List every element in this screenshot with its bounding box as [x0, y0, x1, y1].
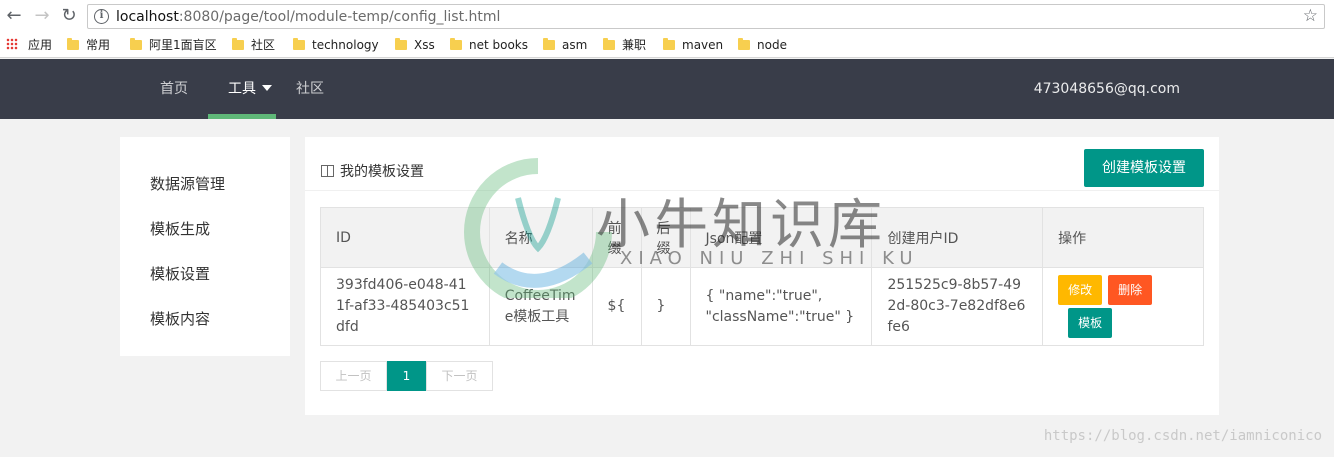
main-card: 我的模板设置 创建模板设置 ID 名称 前缀 后缀 Json配置 创建用户ID … — [305, 137, 1219, 415]
table-row: 393fd406-e048-411f-af33-485403c51dfd Cof… — [320, 267, 1204, 346]
folder-icon — [663, 38, 675, 50]
col-header-id: ID — [320, 207, 490, 268]
bookmark-label: net books — [469, 38, 529, 52]
cell-actions: 修改 删除 模板 — [1042, 267, 1204, 346]
bookmark-label: Xss — [414, 38, 435, 52]
cell-json: { "name":"true", "className":"true" } — [689, 267, 873, 346]
url-host: localhost — [116, 9, 179, 25]
folder-icon — [395, 38, 407, 50]
nav-item-tools[interactable]: 工具 — [228, 59, 272, 119]
cell-prefix: ${ — [591, 267, 642, 346]
col-header-prefix: 前缀 — [591, 207, 642, 268]
sidebar-item-datasource[interactable]: 数据源管理 — [150, 173, 225, 194]
nav-item-home[interactable]: 首页 — [160, 59, 188, 119]
nav-item-community[interactable]: 社区 — [296, 59, 324, 119]
edit-button[interactable]: 修改 — [1058, 275, 1103, 305]
sidebar-item-template-generate[interactable]: 模板生成 — [150, 218, 210, 239]
bookmark-label: node — [757, 38, 787, 52]
card-title: 我的模板设置 — [321, 161, 424, 181]
cell-suffix: } — [640, 267, 691, 346]
bookmark-folder[interactable]: 常用 — [67, 37, 110, 54]
bookmark-label: asm — [562, 38, 588, 52]
nav-item-label: 工具 — [228, 81, 256, 97]
col-header-json: Json配置 — [689, 207, 873, 268]
browser-toolbar: ← → ↻ i localhost:8080/page/tool/module-… — [0, 0, 1334, 33]
folder-icon — [738, 38, 750, 50]
bookmark-label: 社区 — [251, 38, 276, 52]
sidebar-item-template-content[interactable]: 模板内容 — [150, 308, 210, 329]
bookmark-label: 兼职 — [622, 38, 647, 52]
watermark-url: https://blog.csdn.net/iamniconico — [1043, 428, 1322, 444]
card-header: 我的模板设置 创建模板设置 — [305, 137, 1219, 191]
bookmark-folder[interactable]: 社区 — [232, 37, 275, 54]
col-header-actions: 操作 — [1042, 207, 1204, 268]
next-page-button[interactable]: 下一页 — [426, 361, 493, 391]
user-account-link[interactable]: 473048656@qq.com — [1034, 59, 1180, 119]
bookmark-folder[interactable]: technology — [293, 37, 379, 54]
folder-icon — [67, 38, 79, 50]
reload-icon[interactable]: ↻ — [59, 6, 79, 26]
folder-icon — [130, 38, 142, 50]
url-path: :8080/page/tool/module-temp/config_list.… — [178, 9, 501, 25]
bookmark-folder[interactable]: 兼职 — [603, 37, 646, 54]
col-header-user-id: 创建用户ID — [871, 207, 1044, 268]
url-text[interactable]: localhost:8080/page/tool/module-temp/con… — [116, 8, 500, 26]
bookmark-folder[interactable]: maven — [663, 37, 723, 54]
col-header-suffix: 后缀 — [640, 207, 691, 268]
apps-grid-icon — [6, 38, 18, 50]
cell-user-id: 251525c9-8b57-492d-80c3-7e82df8e6fe6 — [871, 267, 1044, 346]
bookmark-label: 应用 — [28, 38, 53, 52]
bookmarks-bar: 应用 常用 阿里1面盲区 社区 technology Xss net books… — [0, 33, 1334, 58]
bookmark-label: 常用 — [86, 38, 111, 52]
top-navigation: 首页 工具 社区 473048656@qq.com — [0, 59, 1334, 119]
caret-down-icon — [262, 85, 272, 91]
folder-icon — [603, 38, 615, 50]
delete-button[interactable]: 删除 — [1108, 275, 1153, 305]
back-arrow-icon[interactable]: ← — [4, 6, 24, 26]
bookmark-folder[interactable]: Xss — [395, 37, 435, 54]
create-template-setting-button[interactable]: 创建模板设置 — [1084, 149, 1204, 187]
bookmark-folder[interactable]: net books — [450, 37, 528, 54]
cell-id: 393fd406-e048-411f-af33-485403c51dfd — [320, 267, 490, 346]
bookmark-folder[interactable]: asm — [543, 37, 587, 54]
page-1-button[interactable]: 1 — [387, 361, 426, 391]
table-header-row: ID 名称 前缀 后缀 Json配置 创建用户ID 操作 — [320, 207, 1204, 268]
sidebar-item-template-settings[interactable]: 模板设置 — [150, 263, 210, 284]
book-icon — [321, 165, 334, 177]
folder-icon — [232, 38, 244, 50]
folder-icon — [543, 38, 555, 50]
col-header-name: 名称 — [488, 207, 593, 268]
sidebar: 数据源管理 模板生成 模板设置 模板内容 — [120, 137, 290, 356]
bookmark-label: 阿里1面盲区 — [149, 38, 217, 52]
folder-icon — [293, 38, 305, 50]
folder-icon — [450, 38, 462, 50]
template-table: ID 名称 前缀 后缀 Json配置 创建用户ID 操作 393fd406-e0… — [320, 207, 1204, 346]
bookmark-label: technology — [312, 38, 379, 52]
prev-page-button[interactable]: 上一页 — [320, 361, 387, 391]
bookmark-label: maven — [682, 38, 724, 52]
bookmark-folder[interactable]: 阿里1面盲区 — [130, 37, 217, 54]
bookmark-folder[interactable]: node — [738, 37, 787, 54]
address-bar[interactable]: i localhost:8080/page/tool/module-temp/c… — [87, 4, 1325, 29]
forward-arrow-icon[interactable]: → — [32, 6, 52, 26]
active-nav-indicator — [208, 114, 276, 119]
template-button[interactable]: 模板 — [1068, 308, 1113, 338]
cell-name: CoffeeTime模板工具 — [488, 267, 593, 346]
bookmark-apps[interactable]: 应用 — [6, 37, 52, 54]
site-info-icon[interactable]: i — [94, 9, 109, 24]
bookmark-star-icon[interactable]: ☆ — [1303, 6, 1318, 26]
card-title-text: 我的模板设置 — [340, 164, 424, 180]
